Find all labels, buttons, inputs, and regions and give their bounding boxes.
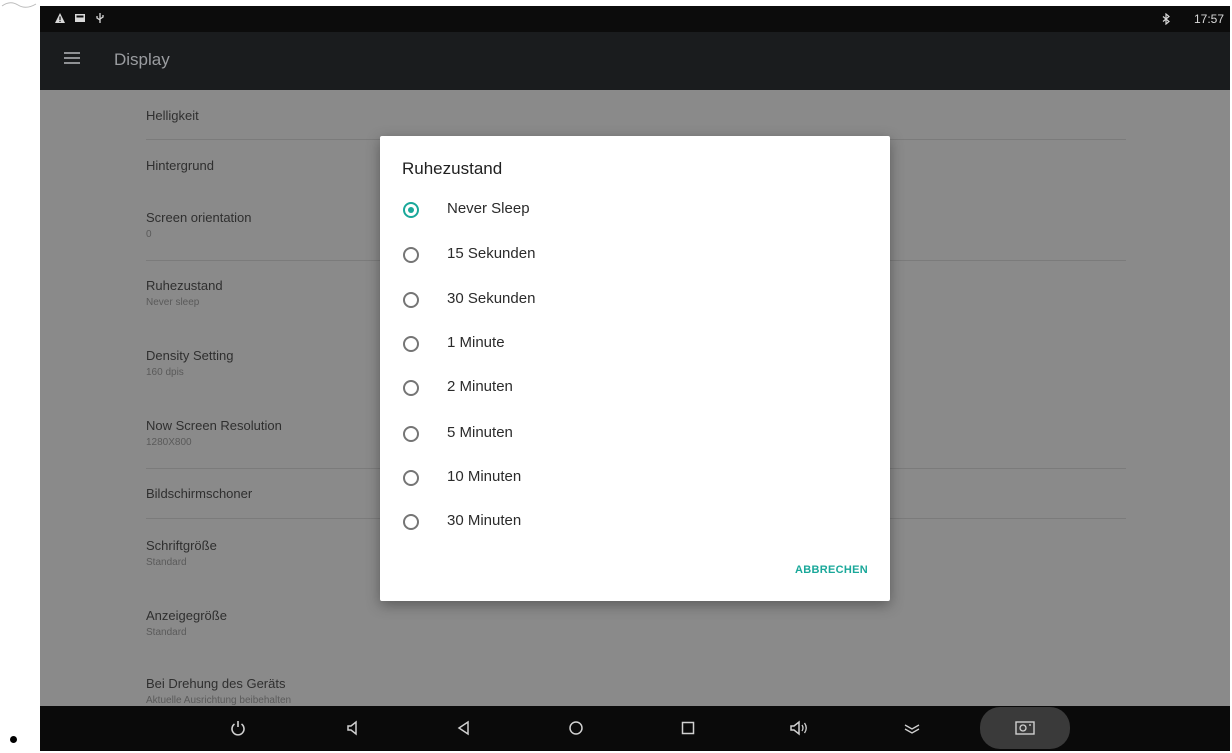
option-label: 5 Minuten	[447, 424, 513, 441]
volume-up-icon[interactable]	[788, 716, 812, 740]
setting-title: Bei Drehung des Geräts	[146, 676, 286, 691]
setting-title: Helligkeit	[146, 108, 199, 123]
option-15-seconds[interactable]: 15 Sekunden	[402, 241, 862, 271]
home-icon[interactable]	[564, 716, 588, 740]
setting-summary: Standard	[146, 627, 187, 638]
app-toolbar: Display	[40, 32, 1230, 90]
radio-unchecked-icon[interactable]	[403, 514, 419, 530]
radio-checked-icon[interactable]	[403, 202, 419, 218]
back-icon[interactable]	[452, 716, 476, 740]
radio-unchecked-icon[interactable]	[403, 336, 419, 352]
recents-icon[interactable]	[676, 716, 700, 740]
cancel-button[interactable]: ABBRECHEN	[795, 564, 868, 576]
option-label: 30 Minuten	[447, 512, 522, 529]
option-1-minute[interactable]: 1 Minute	[402, 330, 862, 360]
volume-down-icon[interactable]	[342, 716, 366, 740]
setting-brightness[interactable]: Helligkeit	[146, 108, 1126, 123]
collapse-icon[interactable]	[900, 716, 924, 740]
clock: 17:57	[1193, 12, 1224, 26]
status-bar: 17:57	[40, 6, 1230, 32]
radio-unchecked-icon[interactable]	[403, 426, 419, 442]
navigation-bar	[40, 706, 1230, 751]
option-30-seconds[interactable]: 30 Sekunden	[402, 286, 862, 316]
status-icons-right: 17:57	[1160, 12, 1224, 26]
corner-scribble	[1, 2, 37, 8]
option-label: 30 Sekunden	[447, 290, 536, 307]
setting-display-size[interactable]: Anzeigegröße Standard	[146, 608, 1126, 638]
setting-rotation[interactable]: Bei Drehung des Geräts Aktuelle Ausricht…	[146, 676, 1126, 706]
radio-unchecked-icon[interactable]	[403, 247, 419, 263]
image-icon	[75, 14, 85, 22]
tablet-screen: 17:57 Display Helligkeit Hintergrund Scr…	[40, 6, 1230, 751]
usb-icon	[96, 13, 104, 23]
option-never-sleep[interactable]: Never Sleep	[402, 196, 862, 226]
option-10-minutes[interactable]: 10 Minuten	[402, 464, 862, 494]
radio-unchecked-icon[interactable]	[403, 380, 419, 396]
radio-unchecked-icon[interactable]	[403, 292, 419, 308]
option-5-minutes[interactable]: 5 Minuten	[402, 420, 862, 450]
status-icons-left	[54, 12, 106, 24]
hamburger-menu-icon[interactable]	[64, 52, 80, 66]
page-title: Display	[114, 50, 170, 69]
option-label: 1 Minute	[447, 334, 505, 351]
option-label: Never Sleep	[447, 200, 530, 217]
setting-title: Anzeigegröße	[146, 608, 227, 623]
option-2-minutes[interactable]: 2 Minuten	[402, 374, 862, 404]
option-label: 2 Minuten	[447, 378, 513, 395]
warning-icon	[55, 13, 65, 23]
sleep-dialog: Ruhezustand Never Sleep 15 Sekunden 30 S…	[380, 136, 890, 601]
radio-unchecked-icon[interactable]	[403, 470, 419, 486]
power-icon[interactable]	[226, 716, 250, 740]
setting-summary: Aktuelle Ausrichtung beibehalten	[146, 695, 292, 706]
bluetooth-icon	[1162, 13, 1170, 25]
dialog-title: Ruhezustand	[402, 159, 503, 178]
option-label: 15 Sekunden	[447, 245, 536, 262]
option-30-minutes[interactable]: 30 Minuten	[402, 508, 862, 538]
option-label: 10 Minuten	[447, 468, 522, 485]
bullet-dot	[10, 736, 17, 743]
screenshot-icon[interactable]	[1013, 716, 1037, 740]
